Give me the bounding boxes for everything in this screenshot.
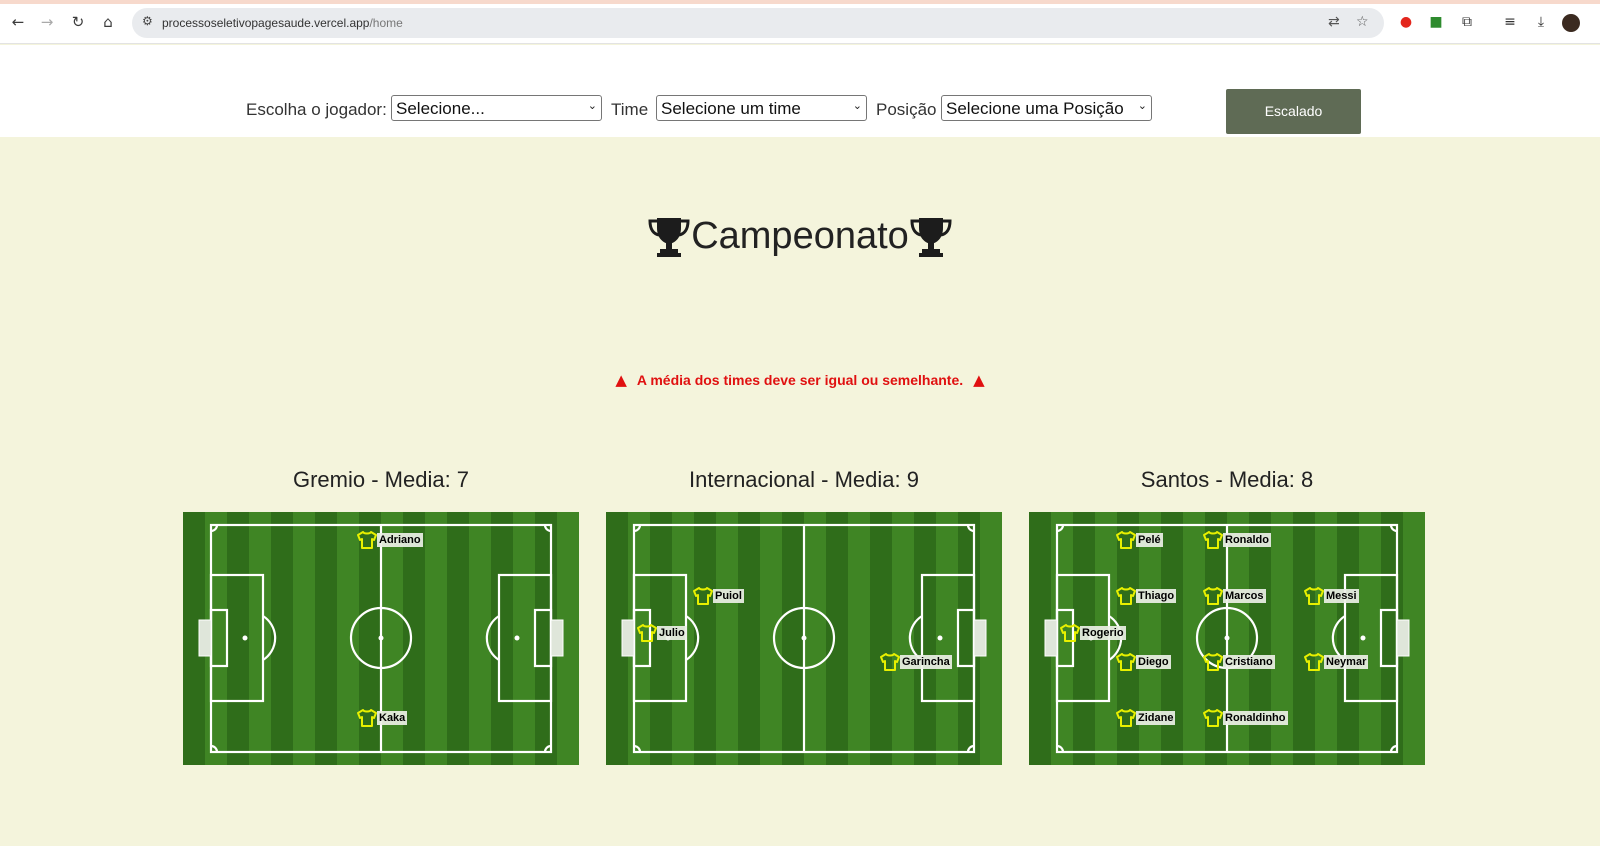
team-title: Internacional - Media: 9 xyxy=(689,467,919,492)
player-name: Rogerio xyxy=(1080,626,1126,640)
chevron-down-icon: ⌄ xyxy=(852,99,862,112)
escalado-button[interactable]: Escalado xyxy=(1226,89,1361,134)
reload-icon[interactable]: ↻ xyxy=(68,12,88,32)
team-select-value: Selecione um time xyxy=(661,99,801,118)
bookmark-star-icon[interactable]: ☆ xyxy=(1356,14,1369,30)
shirt-icon xyxy=(1115,586,1137,606)
shirt-icon xyxy=(1202,530,1224,550)
player-name: Ronaldinho xyxy=(1223,711,1288,725)
page-title: Campeonato xyxy=(0,214,1600,258)
trophy-icon xyxy=(910,218,952,257)
forward-icon[interactable]: → xyxy=(37,12,57,32)
trophy-icon xyxy=(648,218,690,257)
position-select[interactable]: Selecione uma Posição ⌄ xyxy=(941,95,1152,121)
position-select-value: Selecione uma Posição xyxy=(946,99,1124,118)
translate-icon[interactable]: ⇄ xyxy=(1328,14,1340,30)
extensions-puzzle-icon[interactable]: ⧉ xyxy=(1457,12,1477,32)
player-name: Zidane xyxy=(1136,711,1176,725)
player-name: Julio xyxy=(657,626,687,640)
green-extension-icon[interactable]: ■ xyxy=(1426,12,1446,32)
player-name: Diego xyxy=(1136,655,1171,669)
url-text[interactable]: processoseletivopagesaude.vercel.app/hom… xyxy=(162,16,403,30)
player-name: Cristiano xyxy=(1223,655,1275,669)
player-name: Messi xyxy=(1324,589,1359,603)
chevron-down-icon: ⌄ xyxy=(587,99,597,112)
team-title: Santos - Media: 8 xyxy=(1140,467,1314,492)
selection-form: Escolha o jogador: Selecione... ⌄ Time S… xyxy=(0,45,1600,137)
warning-message: ▲ A média dos times deve ser igual ou sem… xyxy=(0,371,1600,389)
warning-triangle-icon: ▲ xyxy=(615,371,627,389)
warning-text: A média dos times deve ser igual ou seme… xyxy=(636,372,964,388)
profile-avatar[interactable] xyxy=(1562,14,1580,32)
team-title: Gremio - Media: 7 xyxy=(292,467,470,492)
media-control-icon[interactable]: ≡ xyxy=(1500,12,1520,32)
site-info-icon[interactable]: ⚙ xyxy=(142,14,153,28)
back-icon[interactable]: ← xyxy=(8,12,28,32)
shirt-icon xyxy=(1303,652,1325,672)
tab-strip-edge xyxy=(0,0,1600,4)
player-name: Neymar xyxy=(1324,655,1369,669)
player-select-value: Selecione... xyxy=(396,99,485,118)
player-name: Adriano xyxy=(377,533,423,547)
opera-extension-icon[interactable]: ● xyxy=(1396,12,1416,32)
team-select[interactable]: Selecione um time ⌄ xyxy=(656,95,867,121)
pitch-internacional: Puiol Julio Garincha xyxy=(606,512,1002,765)
player-name: Puiol xyxy=(713,589,744,603)
shirt-icon xyxy=(1115,530,1137,550)
shirt-icon xyxy=(879,652,901,672)
shirt-icon xyxy=(692,586,714,606)
home-icon[interactable]: ⌂ xyxy=(98,12,118,32)
shirt-icon xyxy=(1115,708,1137,728)
player-name: Pelé xyxy=(1136,533,1163,547)
shirt-icon xyxy=(1202,708,1224,728)
player-name: Garincha xyxy=(900,655,952,669)
team-label: Time xyxy=(611,100,649,119)
player-select[interactable]: Selecione... ⌄ xyxy=(391,95,602,121)
shirt-icon xyxy=(1202,586,1224,606)
player-name: Thiago xyxy=(1136,589,1177,603)
chevron-down-icon: ⌄ xyxy=(1137,99,1147,112)
shirt-icon xyxy=(1059,623,1081,643)
shirt-icon xyxy=(1115,652,1137,672)
shirt-icon xyxy=(356,530,378,550)
player-name: Ronaldo xyxy=(1223,533,1271,547)
warning-triangle-icon: ▲ xyxy=(973,371,985,389)
title-text: Campeonato xyxy=(691,214,909,257)
address-bar[interactable]: ⚙ processoseletivopagesaude.vercel.app/h… xyxy=(132,8,1384,38)
player-name: Marcos xyxy=(1223,589,1266,603)
pitch-santos: Pelé Ronaldo Thiago Marcos Messi Rogerio Diego… xyxy=(1029,512,1425,765)
position-label: Posição xyxy=(876,100,937,119)
shirt-icon xyxy=(636,623,658,643)
download-icon[interactable]: ⤓ xyxy=(1531,12,1551,32)
shirt-icon xyxy=(356,708,378,728)
pitch-gremio: Adriano Kaka xyxy=(183,512,579,765)
player-label: Escolha o jogador: xyxy=(246,100,387,119)
player-name: Kaka xyxy=(377,711,408,725)
browser-toolbar: ← → ↻ ⌂ ⚙ processoseletivopagesaude.verc… xyxy=(0,0,1600,44)
shirt-icon xyxy=(1202,652,1224,672)
shirt-icon xyxy=(1303,586,1325,606)
